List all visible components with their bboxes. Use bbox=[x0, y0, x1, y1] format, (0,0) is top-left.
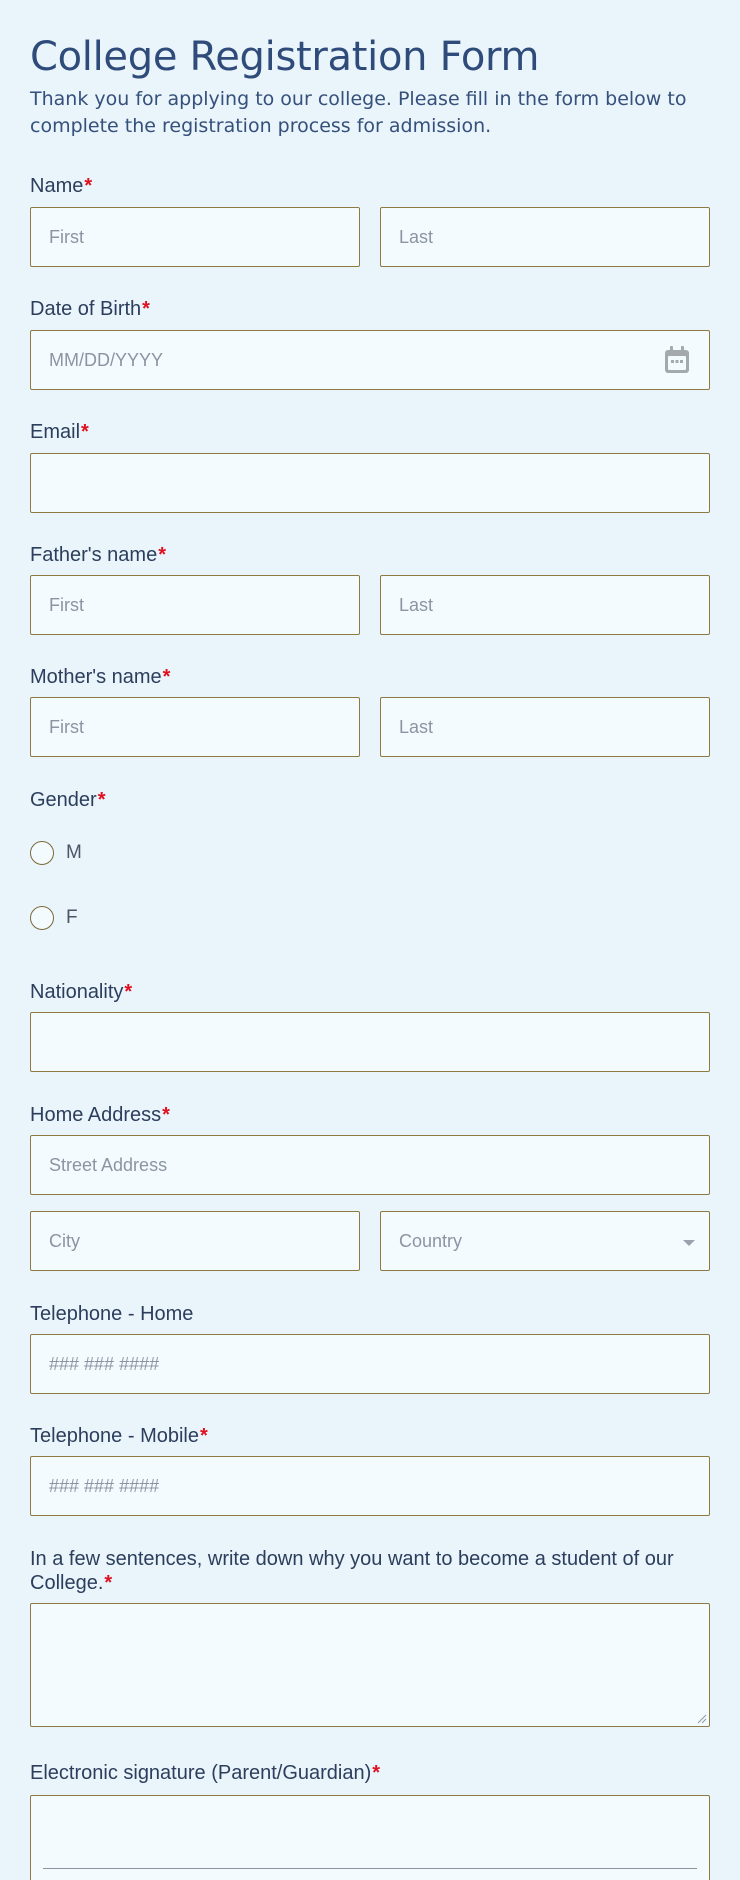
required-mark: * bbox=[97, 789, 106, 811]
mother-first-name-input[interactable]: First bbox=[30, 697, 360, 757]
nationality-label-text: Nationality bbox=[30, 981, 124, 1003]
form-subtitle: Thank you for applying to our college. P… bbox=[30, 88, 687, 137]
page-title: College Registration Form bbox=[30, 34, 540, 80]
name-label-text: Name bbox=[30, 175, 84, 197]
required-mark: * bbox=[200, 1425, 208, 1447]
required-mark: * bbox=[158, 544, 167, 566]
telephone-mobile-placeholder: ### ### #### bbox=[49, 1475, 160, 1496]
street-address-placeholder: Street Address bbox=[49, 1154, 168, 1175]
essay-label-text: In a few sentences, write down why you w… bbox=[30, 1548, 674, 1594]
telephone-home-input[interactable]: ### ### #### bbox=[30, 1334, 710, 1394]
father-name-label-text: Father's name bbox=[30, 544, 158, 566]
dob-label-text: Date of Birth bbox=[30, 298, 142, 320]
required-mark: * bbox=[84, 175, 93, 197]
chevron-down-icon[interactable] bbox=[683, 1240, 695, 1246]
required-mark: * bbox=[162, 1104, 170, 1126]
city-placeholder: City bbox=[49, 1230, 80, 1251]
mother-name-label-text: Mother's name bbox=[30, 666, 162, 688]
dob-placeholder: MM/DD/YYYY bbox=[49, 349, 164, 370]
telephone-home-placeholder: ### ### #### bbox=[49, 1353, 160, 1374]
required-mark: * bbox=[81, 421, 89, 443]
telephone-home-label: Telephone - Home bbox=[30, 1303, 193, 1326]
gender-label-text: Gender bbox=[30, 789, 97, 811]
street-address-input[interactable]: Street Address bbox=[30, 1135, 710, 1195]
home-address-label: Home Address* bbox=[30, 1104, 170, 1127]
signature-label-text: Electronic signature (Parent/Guardian) bbox=[30, 1762, 372, 1784]
signature-pad[interactable] bbox=[30, 1795, 710, 1880]
radio-button-m[interactable] bbox=[30, 841, 54, 865]
country-select[interactable]: Country bbox=[380, 1211, 710, 1271]
last-name-placeholder: Last bbox=[399, 226, 434, 247]
dob-input[interactable]: MM/DD/YYYY bbox=[30, 330, 710, 390]
email-label-text: Email bbox=[30, 421, 81, 443]
father-last-placeholder: Last bbox=[399, 594, 434, 615]
home-address-label-text: Home Address bbox=[30, 1104, 162, 1126]
city-input[interactable]: City bbox=[30, 1211, 360, 1271]
signature-line bbox=[43, 1868, 697, 1869]
resize-handle-icon[interactable] bbox=[697, 1714, 707, 1724]
country-placeholder: Country bbox=[399, 1230, 463, 1251]
mother-last-placeholder: Last bbox=[399, 716, 434, 737]
telephone-mobile-input[interactable]: ### ### #### bbox=[30, 1456, 710, 1516]
required-mark: * bbox=[372, 1762, 381, 1784]
father-last-name-input[interactable]: Last bbox=[380, 575, 710, 635]
last-name-input[interactable]: Last bbox=[380, 207, 710, 267]
calendar-icon[interactable] bbox=[663, 345, 691, 375]
dob-label: Date of Birth* bbox=[30, 298, 150, 321]
nationality-label: Nationality* bbox=[30, 981, 132, 1004]
nationality-input[interactable] bbox=[30, 1012, 710, 1072]
signature-label: Electronic signature (Parent/Guardian)* bbox=[30, 1762, 380, 1785]
gender-option-f[interactable]: F bbox=[30, 906, 78, 930]
gender-option-m-label: M bbox=[66, 842, 82, 863]
first-name-input[interactable]: First bbox=[30, 207, 360, 267]
telephone-home-label-text: Telephone - Home bbox=[30, 1303, 194, 1325]
required-mark: * bbox=[104, 1572, 113, 1594]
mother-first-placeholder: First bbox=[49, 716, 84, 737]
father-first-name-input[interactable]: First bbox=[30, 575, 360, 635]
telephone-mobile-label-text: Telephone - Mobile bbox=[30, 1425, 199, 1447]
required-mark: * bbox=[124, 981, 133, 1003]
required-mark: * bbox=[162, 666, 171, 688]
gender-option-f-label: F bbox=[66, 907, 78, 928]
email-input[interactable] bbox=[30, 453, 710, 513]
radio-button-f[interactable] bbox=[30, 906, 54, 930]
email-label: Email* bbox=[30, 421, 89, 444]
essay-textarea[interactable] bbox=[30, 1603, 710, 1727]
required-mark: * bbox=[142, 298, 150, 320]
name-label: Name* bbox=[30, 175, 92, 198]
mother-name-label: Mother's name* bbox=[30, 666, 170, 689]
father-name-label: Father's name* bbox=[30, 544, 166, 567]
gender-option-m[interactable]: M bbox=[30, 841, 82, 865]
father-first-placeholder: First bbox=[49, 594, 84, 615]
essay-label: In a few sentences, write down why you w… bbox=[30, 1547, 720, 1595]
gender-label: Gender* bbox=[30, 789, 106, 812]
telephone-mobile-label: Telephone - Mobile* bbox=[30, 1425, 208, 1448]
mother-last-name-input[interactable]: Last bbox=[380, 697, 710, 757]
first-name-placeholder: First bbox=[49, 226, 84, 247]
